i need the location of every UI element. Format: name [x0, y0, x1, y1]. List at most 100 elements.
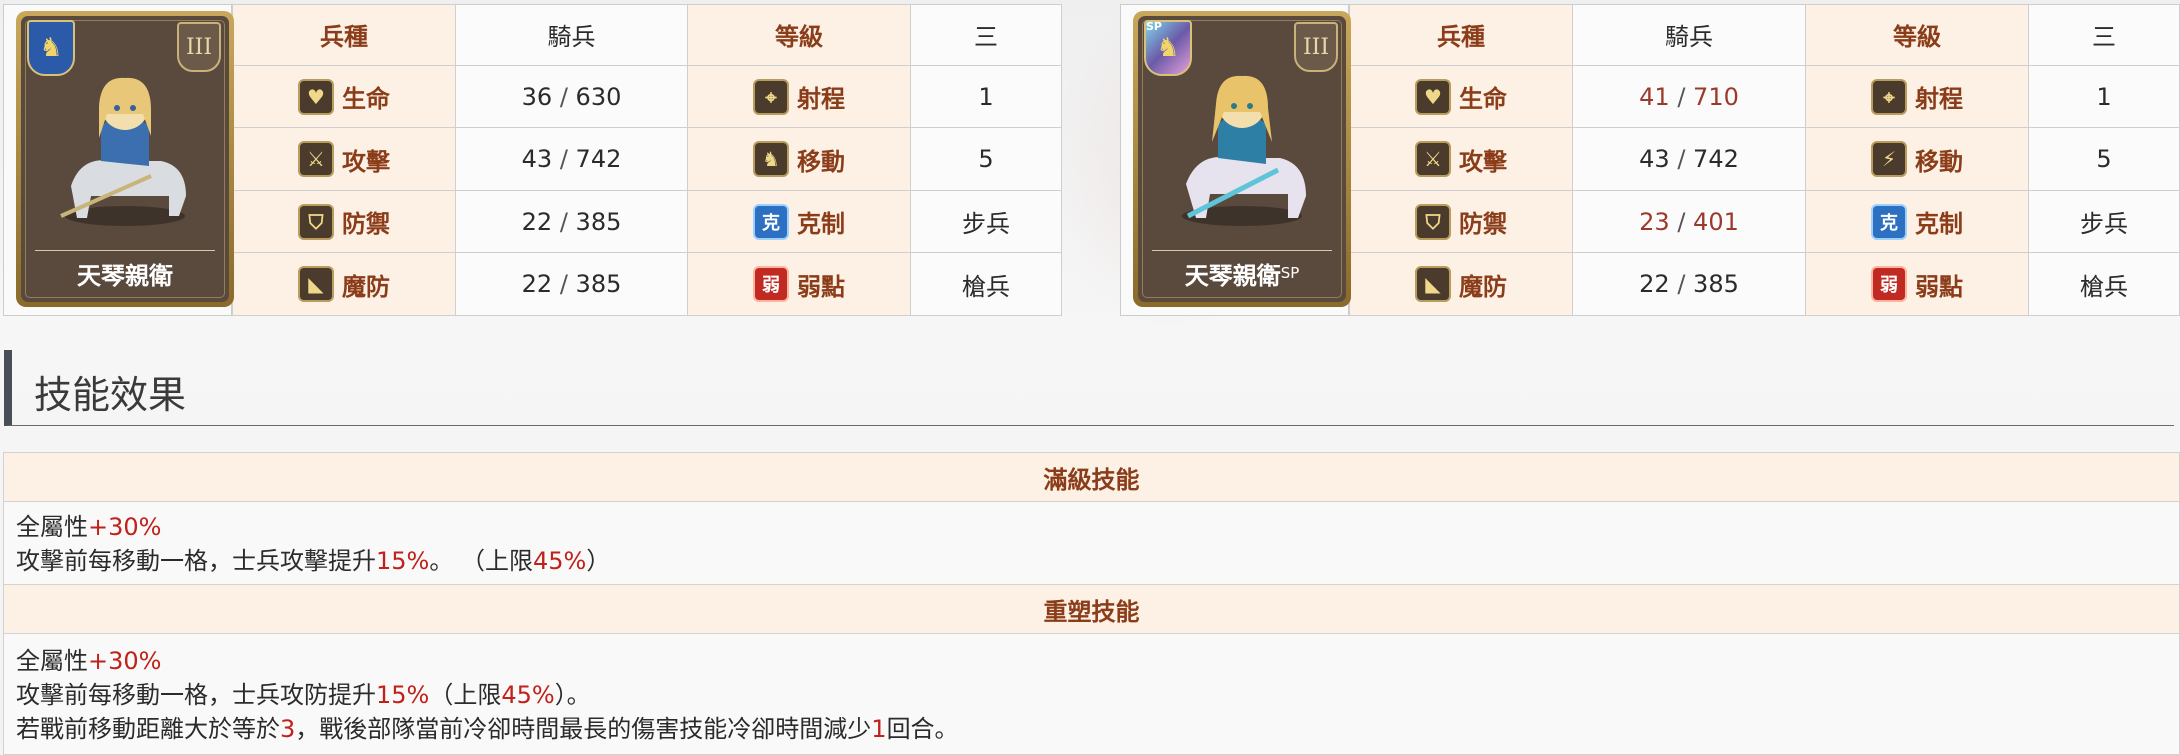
- mdef-max: 385: [1693, 270, 1739, 299]
- text: 。 （上限: [429, 547, 533, 575]
- counter-label-cell: 克克制: [1805, 189, 2029, 254]
- level-label: 等級: [687, 4, 911, 66]
- atk-value: 43 / 742: [1572, 127, 1806, 191]
- range-label: 射程: [1915, 85, 1963, 114]
- mdef-base: 22: [521, 270, 553, 299]
- atk-value: 43 / 742: [455, 127, 688, 191]
- text: 全屬性: [16, 647, 88, 675]
- rank-badge: III: [177, 22, 221, 72]
- weak-label: 弱點: [797, 272, 845, 301]
- value: 15%: [376, 547, 430, 575]
- mdef-label-cell: ◣ 魔防: [232, 252, 456, 316]
- crosshair-icon: ⌖: [753, 78, 789, 115]
- text: ）: [586, 547, 611, 575]
- hp-label: 生命: [342, 85, 390, 114]
- atk-label: 攻擊: [342, 147, 390, 176]
- counter-icon: 克: [1871, 203, 1907, 240]
- text: 攻擊前每移動一格，士兵攻防提升: [16, 681, 376, 709]
- move-value: 5: [910, 127, 1062, 191]
- max-skill-body: 全屬性+30% 攻擊前每移動一格，士兵攻擊提升15%。 （上限45%）: [3, 501, 2180, 585]
- boot-icon: ◣: [1415, 266, 1451, 303]
- atk-max: 742: [575, 145, 622, 174]
- boot-icon: ◣: [298, 266, 334, 303]
- rank-badge: III: [1294, 22, 1338, 72]
- hp-label: 生命: [1459, 85, 1507, 114]
- value: 3: [280, 715, 296, 743]
- def-base: 22: [521, 207, 553, 236]
- type-value: 騎兵: [455, 4, 688, 66]
- sp-badge: SP: [1146, 20, 1162, 33]
- shield-icon: ⛉: [1415, 203, 1451, 240]
- move-label: 移動: [1915, 147, 1963, 176]
- level-value: 三: [910, 4, 1062, 66]
- mdef-label: 魔防: [342, 272, 390, 301]
- skills-table: 滿級技能 全屬性+30% 攻擊前每移動一格，士兵攻擊提升15%。 （上限45%）…: [3, 452, 2180, 755]
- move-label-cell: ♞ 移動: [687, 127, 911, 191]
- atk-label: 攻擊: [1459, 147, 1507, 176]
- range-value: 1: [2028, 64, 2180, 129]
- text: 全屬性: [16, 513, 88, 541]
- portrait-inner: ♞ SP III 天琴親衛 SP: [1138, 16, 1346, 302]
- remake-skill-header: 重塑技能: [3, 584, 2180, 634]
- unit-portrait[interactable]: ♞ III 天琴親衛: [3, 4, 234, 316]
- unit-name: 天琴親衛 SP: [1138, 244, 1346, 302]
- hp-base: 41: [1639, 82, 1670, 111]
- def-label-cell: ⛉ 防禦: [1349, 189, 1573, 254]
- unit-card-normal: ♞ III 天琴親衛 兵種 騎兵 等級 三 ♥ 生命 36 / 630 ⌖ 射程…: [3, 4, 1062, 316]
- mdef-label: 魔防: [1459, 272, 1507, 301]
- move-label: 移動: [797, 147, 845, 176]
- hp-label-cell: ♥ 生命: [1349, 64, 1573, 129]
- max-skill-header: 滿級技能: [3, 452, 2180, 502]
- weakness-icon: 弱: [1871, 266, 1907, 303]
- text: 若戰前移動距離大於等於: [16, 715, 280, 743]
- stats-table: 兵種 騎兵 等級 三 ♥ 生命 41 / 710 ⌖ 射程 1 ⚔ 攻擊 43 / 7…: [1349, 4, 2180, 316]
- counter-label: 克制: [1915, 210, 1963, 239]
- weak-value: 槍兵: [910, 252, 1062, 316]
- shield-icon: ⛉: [298, 203, 334, 240]
- unit-name: 天琴親衛: [21, 244, 229, 302]
- move-label-cell: ⚡ 移動: [1805, 127, 2029, 191]
- section-title: 技能效果: [34, 373, 187, 417]
- weak-label-cell: 弱弱點: [687, 252, 911, 316]
- unit-portrait[interactable]: ♞ SP III 天琴親衛 SP: [1120, 4, 1351, 316]
- mdef-base: 22: [1639, 270, 1670, 299]
- sep: /: [1677, 270, 1686, 299]
- boot-move-icon: ⚡: [1871, 141, 1907, 178]
- atk-base: 43: [1639, 145, 1670, 174]
- range-label-cell: ⌖ 射程: [1805, 64, 2029, 129]
- weak-label: 弱點: [1915, 272, 1963, 301]
- value: 15%: [376, 681, 430, 709]
- level-value: 三: [2028, 4, 2180, 66]
- remake-skill-line-3: 若戰前移動距離大於等於3，戰後部隊當前冷卻時間最長的傷害技能冷卻時間減少1回合。: [16, 712, 2169, 746]
- mdef-max: 385: [575, 270, 622, 299]
- max-skill-line-2: 攻擊前每移動一格，士兵攻擊提升15%。 （上限45%）: [16, 544, 2169, 578]
- def-value: 22 / 385: [455, 189, 688, 254]
- text: 回合。: [886, 715, 959, 743]
- hp-base: 36: [521, 82, 553, 111]
- remake-skill-line-1: 全屬性+30%: [16, 644, 2169, 678]
- counter-label: 克制: [797, 210, 845, 239]
- counter-label-cell: 克克制: [687, 189, 911, 254]
- value: +30%: [88, 647, 162, 675]
- def-label: 防禦: [1459, 210, 1507, 239]
- atk-base: 43: [521, 145, 553, 174]
- remake-skill-line-2: 攻擊前每移動一格，士兵攻防提升15%（上限45%）。: [16, 678, 2169, 712]
- unit-figure-image: [60, 77, 186, 226]
- type-value: 騎兵: [1572, 4, 1806, 66]
- weak-label-cell: 弱弱點: [1805, 252, 2029, 316]
- sep: /: [1677, 207, 1686, 236]
- sep: /: [1677, 145, 1686, 174]
- portrait-frame: ♞ III 天琴親衛: [16, 11, 234, 307]
- sep: /: [1677, 82, 1686, 111]
- remake-skill-body: 全屬性+30% 攻擊前每移動一格，士兵攻防提升15%（上限45%）。 若戰前移動…: [3, 633, 2180, 755]
- mdef-value: 22 / 385: [1572, 252, 1806, 316]
- unit-name-sup: SP: [1280, 264, 1300, 282]
- portrait-frame: ♞ SP III 天琴親衛 SP: [1133, 11, 1351, 307]
- value: 1: [871, 715, 887, 743]
- sep: /: [559, 145, 568, 174]
- mdef-value: 22 / 385: [455, 252, 688, 316]
- level-label: 等級: [1805, 4, 2029, 66]
- unit-figure-image: [1182, 75, 1306, 226]
- text: 攻擊前每移動一格，士兵攻擊提升: [16, 547, 376, 575]
- text: ，戰後部隊當前冷卻時間最長的傷害技能冷卻時間減少: [295, 715, 872, 743]
